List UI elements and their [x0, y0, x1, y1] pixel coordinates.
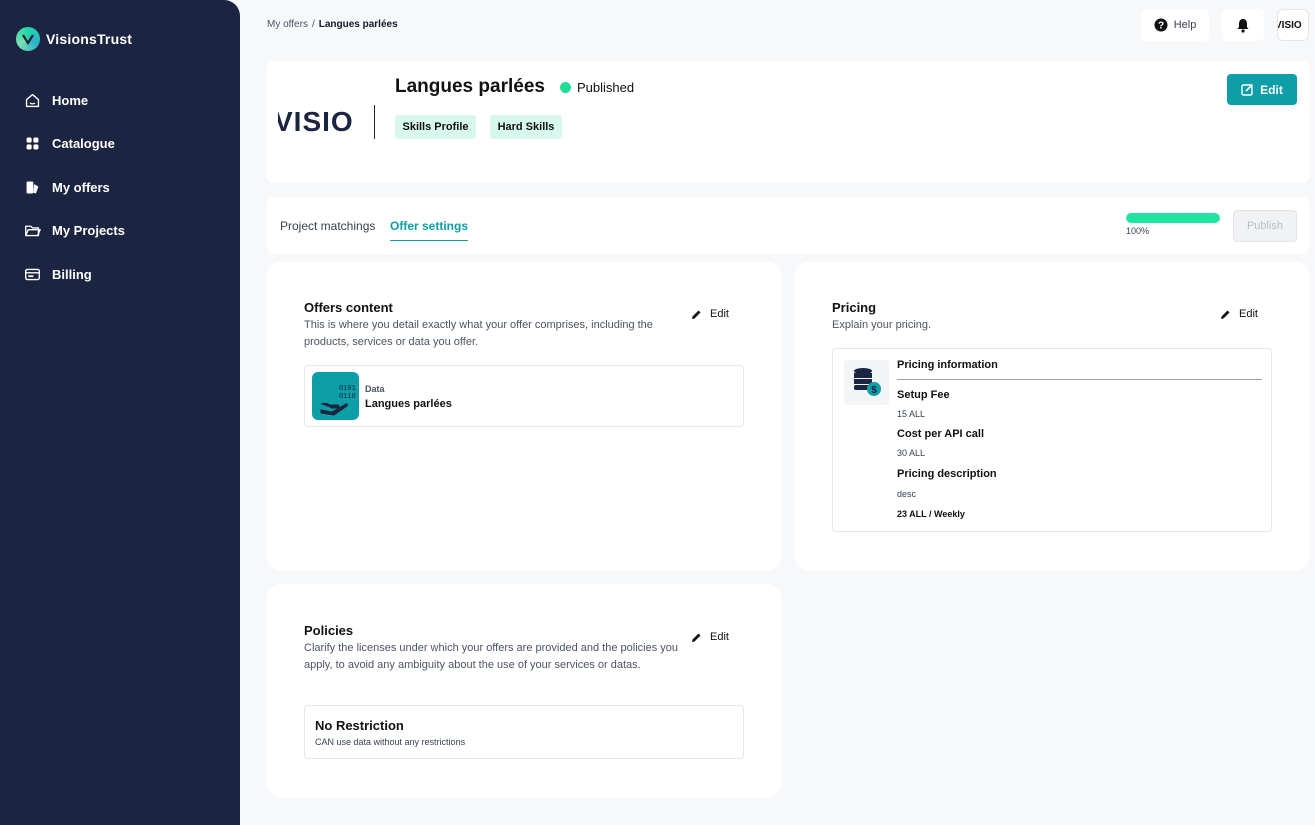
policies-title: Policies: [304, 623, 354, 638]
offers-content-title: Offers content: [304, 300, 393, 315]
sidebar-item-my-offers[interactable]: My offers: [24, 174, 125, 200]
svg-text:$: $: [871, 385, 877, 396]
offers-content-edit-button[interactable]: Edit: [691, 308, 729, 320]
sidebar-item-billing[interactable]: Billing: [24, 261, 125, 287]
pricing-divider: [897, 379, 1262, 380]
api-call-label: Cost per API call: [897, 428, 985, 440]
offer-logo: VISIO: [278, 105, 375, 139]
offers-icon: [26, 181, 39, 193]
avatar[interactable]: VISIO: [1277, 9, 1309, 41]
tab-offer-settings[interactable]: Offer settings: [390, 219, 469, 241]
breadcrumb-current: Langues parlées: [318, 19, 398, 30]
data-icon-bits-2: 0110: [339, 393, 356, 401]
breadcrumb-separator: /: [311, 19, 315, 30]
help-button[interactable]: ? Help: [1141, 9, 1209, 41]
sidebar: VisionsTrust Home Catalogue My offers My…: [0, 0, 240, 825]
progress-label: 100%: [1126, 226, 1150, 236]
recurring-price: 23 ALL / Weekly: [897, 509, 965, 519]
sidebar-item-my-projects[interactable]: My Projects: [24, 218, 125, 244]
sidebar-item-label: Home: [52, 92, 89, 108]
publish-button[interactable]: Publish: [1233, 210, 1297, 242]
grid-icon: [26, 137, 39, 150]
notifications-button[interactable]: [1222, 9, 1264, 41]
setup-fee-value: 15 ALL: [897, 409, 926, 419]
offer-header-card: VISIO Langues parlées Published Skills P…: [266, 61, 1310, 183]
offers-content-card: Offers content This is where you detail …: [266, 262, 782, 571]
pricing-info-box: $ Pricing information Setup Fee 15 ALL C…: [832, 348, 1272, 532]
pricing-description-value: desc: [897, 489, 917, 499]
brand[interactable]: VisionsTrust: [16, 27, 132, 51]
database-coin-icon: $: [844, 360, 889, 405]
home-icon: [25, 93, 40, 107]
pencil-icon: [1221, 310, 1230, 319]
help-icon: ?: [1154, 18, 1168, 32]
pencil-icon: [692, 633, 701, 642]
brand-name: VisionsTrust: [46, 31, 133, 47]
api-call-value: 30 ALL: [897, 448, 926, 458]
pricing-description-label: Pricing description: [897, 468, 997, 480]
tag-hard-skills: Hard Skills: [490, 115, 562, 139]
sidebar-item-label: My Projects: [52, 223, 125, 238]
progress-fill: [1126, 213, 1220, 223]
sidebar-nav: Home Catalogue My offers My Projects Bil…: [24, 87, 125, 305]
edit-square-icon: [1241, 83, 1254, 96]
pricing-card: Pricing Explain your pricing. Edit $ Pri…: [794, 262, 1310, 571]
tag-skills-profile: Skills Profile: [395, 115, 476, 139]
status-label: Published: [577, 80, 635, 95]
sidebar-item-label: My offers: [52, 179, 110, 195]
pencil-icon: [692, 310, 701, 319]
brand-logo-icon: [16, 27, 40, 51]
pricing-edit-button[interactable]: Edit: [1220, 308, 1258, 320]
breadcrumb-parent[interactable]: My offers: [267, 19, 308, 30]
resource-name: Langues parlées: [365, 398, 452, 410]
folder-icon: [25, 225, 41, 237]
policies-description: Clarify the licenses under which your of…: [304, 642, 678, 671]
sidebar-item-label: Catalogue: [52, 136, 115, 151]
status-badge: Published: [560, 80, 634, 95]
policies-card: Policies Clarify the licenses under whic…: [266, 584, 782, 798]
offer-logo-text: VISIO: [278, 106, 354, 137]
policy-description: CAN use data without any restrictions: [315, 737, 466, 747]
sidebar-item-label: Billing: [52, 266, 92, 282]
data-icon-bits-1: 0101: [339, 385, 356, 393]
tab-project-matchings[interactable]: Project matchings: [280, 219, 375, 233]
edit-label: Edit: [1260, 82, 1283, 97]
policies-edit-button[interactable]: Edit: [691, 631, 729, 643]
pricing-info-title: Pricing information: [897, 359, 998, 371]
policy-title: No Restriction: [315, 718, 404, 733]
sidebar-item-home[interactable]: Home: [24, 87, 125, 113]
edit-label: Edit: [710, 631, 729, 643]
page-title: Langues parlées: [395, 76, 545, 97]
avatar-text: VISIO: [1277, 19, 1302, 31]
setup-fee-label: Setup Fee: [897, 389, 950, 401]
completion-progress-bar: [1126, 213, 1220, 223]
edit-label: Edit: [1239, 308, 1258, 320]
breadcrumb: My offers / Langues parlées: [267, 19, 398, 30]
sidebar-item-catalogue[interactable]: Catalogue: [24, 131, 125, 157]
edit-label: Edit: [710, 308, 729, 320]
svg-text:?: ?: [1158, 21, 1164, 32]
resource-item[interactable]: 0101 0110 Data Langues parlées: [304, 365, 744, 427]
edit-offer-button[interactable]: Edit: [1227, 74, 1297, 105]
billing-icon: [25, 268, 40, 280]
help-label: Help: [1173, 19, 1197, 31]
resource-type: Data: [365, 384, 385, 394]
bell-icon: [1237, 18, 1249, 33]
offers-content-description: This is where you detail exactly what yo…: [304, 319, 653, 348]
pricing-description: Explain your pricing.: [832, 319, 932, 331]
pricing-title: Pricing: [832, 300, 877, 315]
status-dot-icon: [560, 82, 571, 93]
tabs-bar: Project matchings Offer settings 100% Pu…: [266, 197, 1310, 254]
data-resource-icon: 0101 0110: [312, 372, 359, 420]
policy-item[interactable]: No Restriction CAN use data without any …: [304, 705, 744, 759]
